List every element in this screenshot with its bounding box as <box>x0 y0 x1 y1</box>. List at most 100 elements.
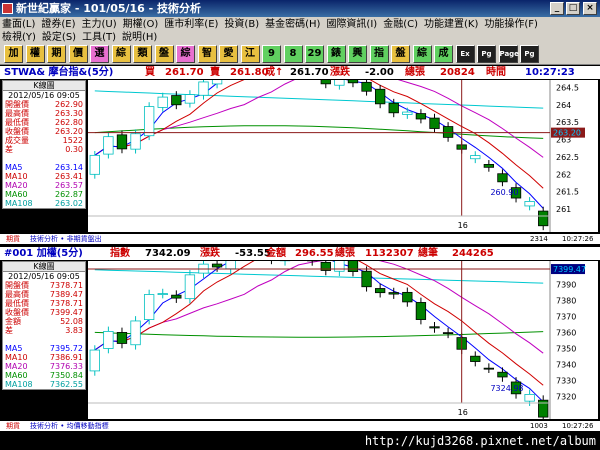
candle-body <box>143 294 155 320</box>
toolbar-button[interactable]: Ex <box>455 45 475 63</box>
menu-item[interactable]: 投資(B) <box>224 19 259 30</box>
candle-body <box>402 291 413 303</box>
toolbar-button[interactable]: 加 <box>4 45 23 63</box>
info-value: 52.08 <box>60 317 83 326</box>
toolbar-button[interactable]: 期 <box>47 45 66 63</box>
candle-body <box>116 134 128 150</box>
time-value: 10:27:23 <box>525 67 575 78</box>
toolbar-button[interactable]: 成 <box>434 45 453 63</box>
candle-body <box>524 393 535 402</box>
candle-body <box>334 261 345 272</box>
toolbar-button[interactable]: 8 <box>283 45 303 63</box>
candlestick-chart-index[interactable]: 7390 7380 7370 7360 7350 7340 7330 7320 7399.47 7… <box>88 261 598 419</box>
menu-item[interactable]: 畫面(L) <box>2 19 35 30</box>
candle-body <box>402 111 413 115</box>
candle-body <box>497 173 508 183</box>
info-value: 1522 <box>62 136 83 145</box>
close-button[interactable]: × <box>583 2 597 15</box>
info-label: 收盤價 <box>5 127 29 136</box>
footer-market: 期貨 <box>6 422 20 430</box>
toolbar-button[interactable]: 智 <box>197 45 217 63</box>
toolbar-button[interactable]: Pg <box>477 45 496 63</box>
toolbar-button[interactable]: 9 <box>262 45 281 63</box>
panel-footer: 期貨 技術分析 • 均價移動指標 1003 10:27:26 <box>0 421 600 431</box>
menu-item[interactable]: 工具(T) <box>82 32 116 43</box>
menu-item[interactable]: 功能建置(K) <box>424 19 478 30</box>
info-row <box>3 335 85 344</box>
menu-item[interactable]: 檢視(Y) <box>2 32 36 43</box>
candle-body <box>225 261 236 270</box>
price-tag: 263.20 <box>553 129 581 138</box>
info-row: 成交量 1522 <box>3 136 85 145</box>
toolbar-button[interactable]: 江 <box>240 45 260 63</box>
toolbar-button[interactable]: 興 <box>348 45 367 63</box>
info-row: 差 0.30 <box>3 145 85 154</box>
menu-item[interactable]: 說明(H) <box>122 32 157 43</box>
info-label: 開盤價 <box>5 100 29 109</box>
menu-item[interactable]: 功能操作(F) <box>484 19 538 30</box>
menu-item[interactable]: 國際資訊(I) <box>326 19 377 30</box>
toolbar-button[interactable]: 愛 <box>219 45 238 63</box>
candlestick-chart-futures[interactable]: 264.5264263.5263262.5262261.5261263.2026… <box>88 80 598 232</box>
candle-body <box>483 164 495 168</box>
title-bar: 新世紀贏家 - 101/05/16 - 技術分析 _ □ × <box>0 0 600 17</box>
toolbar-button[interactable]: 盤 <box>154 45 174 63</box>
window-title: 新世紀贏家 - 101/05/16 - 技術分析 <box>16 2 202 15</box>
y-tick-label: 7340 <box>556 360 576 369</box>
toolbar-button[interactable]: 類 <box>133 45 152 63</box>
y-tick-label: 263.5 <box>556 118 579 127</box>
index-value: 7342.09 <box>145 248 191 259</box>
info-row: 最低價 262.80 <box>3 118 85 127</box>
toolbar-button[interactable]: Pg <box>520 45 539 63</box>
menu-item[interactable]: 主力(U) <box>82 19 117 30</box>
candle-body <box>442 332 454 335</box>
toolbar-button[interactable]: 盤 <box>391 45 410 63</box>
toolbar-button[interactable]: 選 <box>90 45 109 63</box>
footer-market: 期貨 <box>6 235 20 243</box>
candle-body <box>211 80 223 85</box>
toolbar-button[interactable]: 權 <box>25 45 45 63</box>
candle-body <box>415 113 427 120</box>
change-label: 漲跌 <box>330 67 350 78</box>
toolbar-button[interactable]: Page <box>498 45 519 63</box>
info-label: 金額 <box>5 317 21 326</box>
info-row: 金額 52.08 <box>3 317 85 326</box>
menu-item[interactable]: 設定(S) <box>42 32 76 43</box>
plot-area <box>88 261 550 419</box>
menu-item[interactable]: 金融(C) <box>383 19 418 30</box>
menu-item[interactable]: 期權(O) <box>123 19 159 30</box>
footer-count: 1003 <box>530 422 548 430</box>
toolbar-button[interactable]: 綜 <box>412 45 432 63</box>
y-tick-label: 7320 <box>556 393 576 402</box>
toolbar-button[interactable]: 價 <box>68 45 88 63</box>
deal-label: 成↑ <box>265 67 284 78</box>
candle-body <box>320 80 331 85</box>
toolbar-button[interactable]: 指 <box>369 45 389 63</box>
menu-item[interactable]: 基金密碼(H) <box>265 19 320 30</box>
info-row: 最高價 263.30 <box>3 109 85 118</box>
change-value: -2.00 <box>365 67 394 78</box>
volume-label: 總張 <box>405 67 425 78</box>
deal-price: 261.70 <box>290 67 329 78</box>
minimize-button[interactable]: _ <box>550 2 564 15</box>
info-row: MA5 7395.72 <box>3 344 85 353</box>
menu-item[interactable]: 證券(E) <box>41 19 75 30</box>
candle-body <box>361 81 372 92</box>
amount-label: 金額 <box>266 248 286 259</box>
candle-body <box>388 292 399 295</box>
toolbar-button[interactable]: 綜 <box>176 45 195 63</box>
panel-footer: 期貨 技術分析 • 非期貨盤出 2314 10:27:26 <box>0 234 600 244</box>
maximize-button[interactable]: □ <box>566 2 580 15</box>
candle-body <box>171 95 182 106</box>
candle-body <box>429 326 440 329</box>
toolbar-button[interactable]: 錶 <box>326 45 346 63</box>
toolbar-button[interactable]: 綜 <box>111 45 131 63</box>
index-label: 指數 <box>110 248 130 259</box>
menu-item[interactable]: 匯市利率(E) <box>164 19 218 30</box>
toolbar-button[interactable]: 29 <box>305 45 324 63</box>
y-tick-label: 261.5 <box>556 188 579 197</box>
info-row: 最高價 7389.47 <box>3 290 85 299</box>
date-label: 16 <box>458 221 468 230</box>
info-row: MA20 263.57 <box>3 181 85 190</box>
info-label: MA5 <box>5 344 23 353</box>
